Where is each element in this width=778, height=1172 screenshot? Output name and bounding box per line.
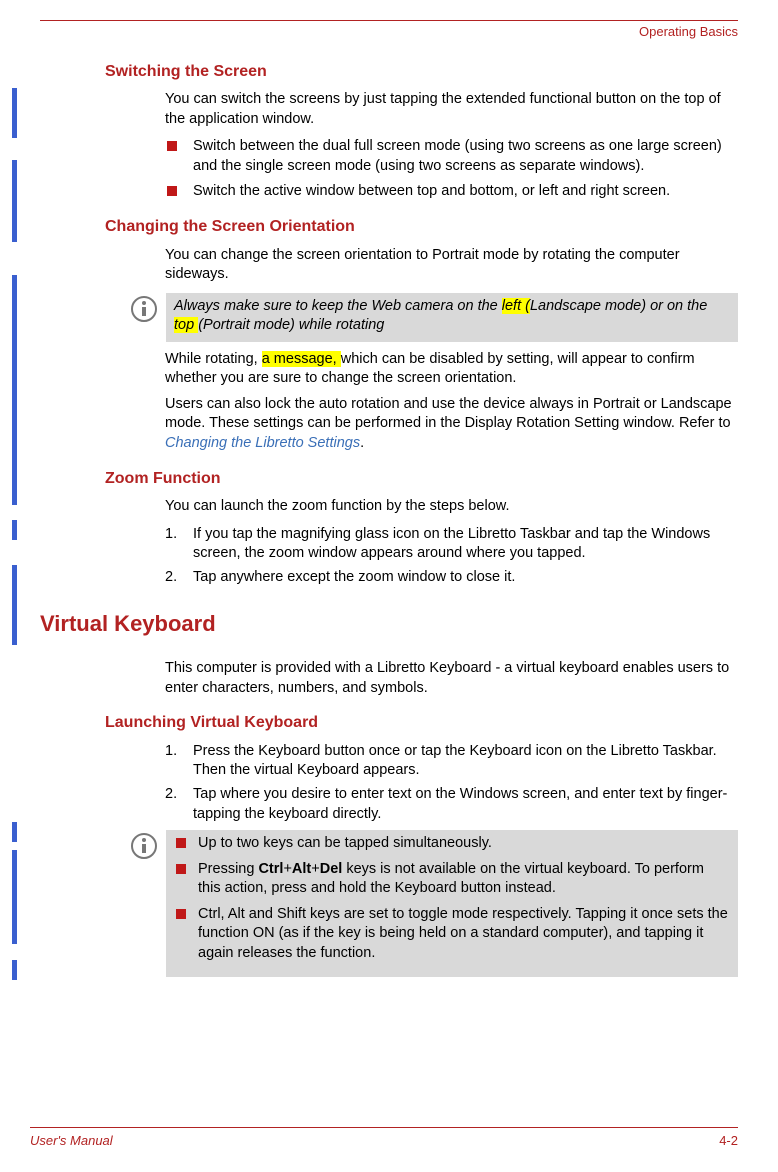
text: Users can also lock the auto rotation an… bbox=[165, 395, 738, 454]
change-bar bbox=[12, 88, 17, 138]
text: You can launch the zoom function by the … bbox=[165, 497, 738, 517]
text: You can change the screen orientation to… bbox=[165, 246, 738, 285]
highlighted-text: left ( bbox=[502, 298, 530, 314]
note-block: Always make sure to keep the Web camera … bbox=[130, 293, 738, 342]
key-name: Del bbox=[320, 861, 343, 877]
key-name: Ctrl bbox=[258, 861, 283, 877]
text: + bbox=[283, 861, 291, 877]
bullet-item: Pressing Ctrl+Alt+Del keys is not availa… bbox=[174, 860, 730, 899]
bullet-list: Switch between the dual full screen mode… bbox=[165, 137, 738, 202]
ordered-list: If you tap the magnifying glass icon on … bbox=[165, 525, 738, 588]
heading-changing-orientation: Changing the Screen Orientation bbox=[105, 216, 738, 238]
text: Users can also lock the auto rotation an… bbox=[165, 396, 732, 432]
key-name: Alt bbox=[292, 861, 311, 877]
change-bar bbox=[12, 960, 17, 980]
bullet-item: Ctrl, Alt and Shift keys are set to togg… bbox=[174, 905, 730, 964]
step-item: Tap anywhere except the zoom window to c… bbox=[165, 568, 738, 588]
page-number: 4-2 bbox=[719, 1132, 738, 1150]
bullet-item: Up to two keys can be tapped simultaneou… bbox=[174, 834, 730, 854]
change-bar bbox=[12, 822, 17, 842]
step-item: Press the Keyboard button once or tap th… bbox=[165, 742, 738, 781]
text: (Portrait mode) while rotating bbox=[198, 317, 384, 333]
paragraph: You can change the screen orientation to… bbox=[165, 246, 738, 285]
text: You can switch the screens by just tappi… bbox=[165, 90, 738, 129]
chapter-header: Operating Basics bbox=[20, 23, 738, 41]
info-icon bbox=[130, 832, 158, 860]
highlighted-text: top bbox=[174, 317, 198, 333]
change-bar bbox=[12, 850, 17, 944]
text: While rotating, bbox=[165, 351, 262, 367]
note-text: Always make sure to keep the Web camera … bbox=[166, 293, 738, 342]
bullet-item: Switch between the dual full screen mode… bbox=[165, 137, 738, 176]
change-bar bbox=[12, 275, 17, 505]
text: . bbox=[360, 435, 364, 451]
cross-reference-link[interactable]: Changing the Libretto Settings bbox=[165, 435, 360, 451]
step-item: If you tap the magnifying glass icon on … bbox=[165, 525, 738, 564]
text: While rotating, a message, which can be … bbox=[165, 350, 738, 389]
note-block: Up to two keys can be tapped simultaneou… bbox=[130, 830, 738, 977]
heading-zoom-function: Zoom Function bbox=[105, 468, 738, 490]
paragraph: This computer is provided with a Librett… bbox=[165, 659, 738, 698]
paragraph: While rotating, a message, which can be … bbox=[165, 350, 738, 454]
text: Landscape mode) or on the bbox=[530, 298, 707, 314]
heading-virtual-keyboard: Virtual Keyboard bbox=[40, 609, 738, 639]
bullet-item: Switch the active window between top and… bbox=[165, 182, 738, 202]
step-item: Tap where you desire to enter text on th… bbox=[165, 785, 738, 824]
header-rule bbox=[40, 20, 738, 21]
heading-switching-screen: Switching the Screen bbox=[105, 61, 738, 83]
paragraph: You can switch the screens by just tappi… bbox=[165, 90, 738, 129]
highlighted-text: a message, bbox=[262, 351, 341, 367]
ordered-list: Press the Keyboard button once or tap th… bbox=[165, 742, 738, 824]
text: Pressing bbox=[198, 861, 258, 877]
change-bar bbox=[12, 565, 17, 645]
text: This computer is provided with a Librett… bbox=[165, 659, 738, 698]
heading-launching-keyboard: Launching Virtual Keyboard bbox=[105, 712, 738, 734]
page-footer: User's Manual 4-2 bbox=[30, 1132, 738, 1150]
change-bar bbox=[12, 160, 17, 242]
text: + bbox=[311, 861, 319, 877]
change-bar bbox=[12, 520, 17, 540]
bullet-list: Up to two keys can be tapped simultaneou… bbox=[174, 834, 730, 963]
note-text: Up to two keys can be tapped simultaneou… bbox=[166, 830, 738, 977]
footer-rule bbox=[30, 1127, 738, 1128]
footer-left: User's Manual bbox=[30, 1132, 113, 1150]
text: Always make sure to keep the Web camera … bbox=[174, 298, 502, 314]
info-icon bbox=[130, 295, 158, 323]
paragraph: You can launch the zoom function by the … bbox=[165, 497, 738, 517]
